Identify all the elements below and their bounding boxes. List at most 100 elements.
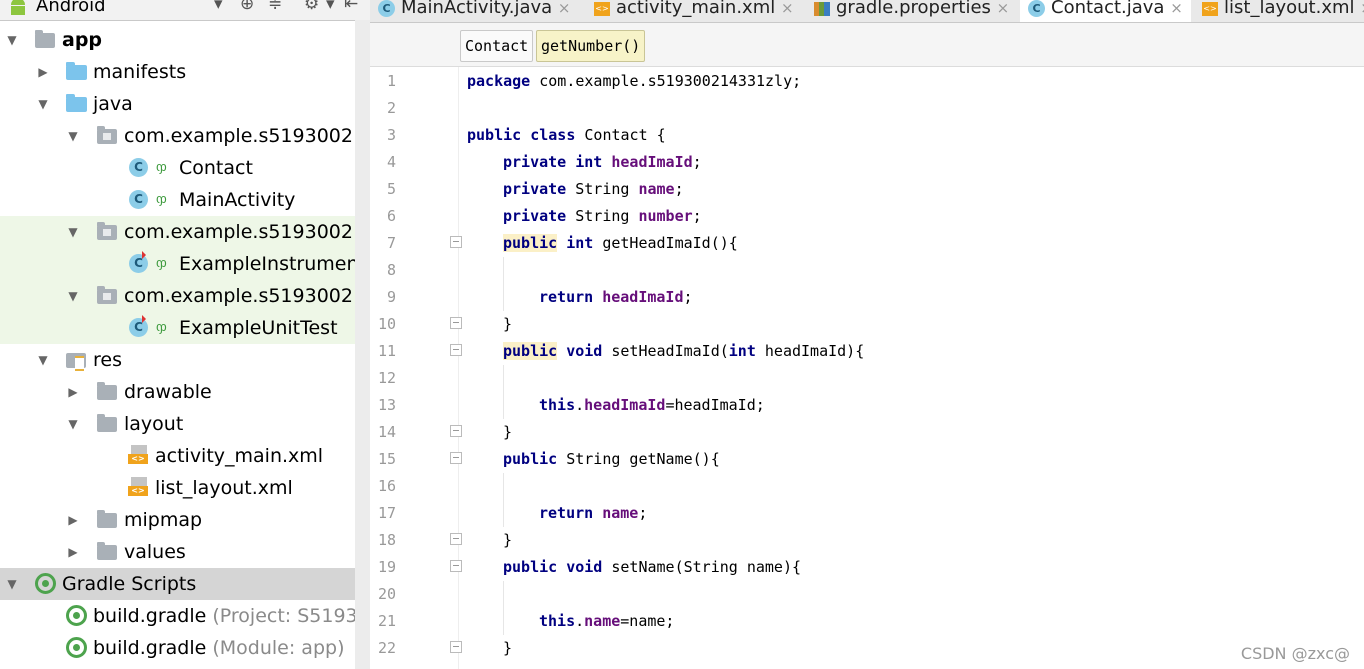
code-keyword: class: [530, 126, 576, 144]
access-icon: ჶ: [156, 192, 167, 207]
dropdown-arrow-icon[interactable]: ▾: [214, 0, 223, 14]
expanded-arrow-icon[interactable]: ▼: [5, 568, 19, 600]
tab-mainactivity-java[interactable]: C MainActivity.java ×: [378, 0, 570, 22]
chevron-down-icon[interactable]: ▾: [326, 0, 335, 14]
locate-file-icon[interactable]: ⊕: [240, 0, 254, 14]
xml-file-icon: [128, 477, 148, 496]
tree-item-app[interactable]: ▼ app: [0, 24, 370, 56]
test-class-icon: C: [129, 315, 148, 337]
code-text: String getName(){: [557, 450, 720, 468]
expanded-arrow-icon[interactable]: ▼: [36, 344, 50, 376]
code-keyword: public: [503, 342, 558, 360]
code-keyword: return: [539, 504, 594, 522]
code-line: public class Contact {: [467, 122, 666, 149]
code-line: public void setHeadImaId(int headImaId){: [503, 338, 864, 365]
code-line: this.headImaId=headImaId;: [539, 392, 765, 419]
tree-item-label-wrap: build.gradle (Module: app): [93, 632, 344, 664]
expanded-arrow-icon[interactable]: ▼: [66, 280, 80, 312]
project-panel-scrollbar[interactable]: [355, 20, 370, 669]
code-text: setHeadImaId(: [602, 342, 729, 360]
tree-item-build-gradle-project[interactable]: build.gradle (Project: S519300214331zly): [0, 600, 370, 632]
collapsed-arrow-icon[interactable]: ▶: [66, 536, 80, 568]
code-keyword: private: [503, 153, 567, 171]
close-icon[interactable]: ×: [558, 0, 571, 17]
code-line: }: [503, 311, 512, 338]
tree-item-drawable[interactable]: ▶ drawable: [0, 376, 370, 408]
xml-file-icon: <>: [594, 2, 610, 16]
fold-marker-icon[interactable]: [450, 236, 462, 248]
expanded-arrow-icon[interactable]: ▼: [5, 24, 19, 56]
expanded-arrow-icon[interactable]: ▼: [66, 120, 80, 152]
expanded-arrow-icon[interactable]: ▼: [66, 216, 80, 248]
fold-marker-icon[interactable]: [450, 317, 462, 329]
code-text: ;: [692, 207, 702, 225]
code-keyword: package: [467, 72, 531, 90]
tree-item-label: MainActivity: [179, 189, 296, 211]
tree-item-activity-main-xml[interactable]: activity_main.xml: [0, 440, 370, 472]
close-icon[interactable]: ×: [1170, 0, 1183, 17]
fold-marker-icon[interactable]: [450, 560, 462, 572]
code-keyword: public: [503, 234, 558, 252]
code-text: headImaId){: [755, 342, 865, 360]
tree-item-manifests[interactable]: ▶ manifests: [0, 56, 370, 88]
tab-activity-main-xml[interactable]: <> activity_main.xml ×: [594, 0, 794, 22]
fold-marker-icon[interactable]: [450, 641, 462, 653]
tree-item-label: build.gradle: [93, 605, 207, 627]
expanded-arrow-icon[interactable]: ▼: [66, 408, 80, 440]
tree-item-mainactivity[interactable]: C ჶ MainActivity: [0, 184, 370, 216]
tree-item-list-layout-xml[interactable]: list_layout.xml: [0, 472, 370, 504]
package-icon: [97, 222, 117, 240]
collapsed-arrow-icon[interactable]: ▶: [66, 376, 80, 408]
fold-marker-icon[interactable]: [450, 344, 462, 356]
tab-contact-java[interactable]: C Contact.java ×: [1020, 0, 1191, 22]
collapsed-arrow-icon[interactable]: ▶: [66, 504, 80, 536]
line-number: 5: [386, 180, 396, 198]
tree-item-mipmap[interactable]: ▶ mipmap: [0, 504, 370, 536]
java-class-icon: C: [129, 190, 148, 209]
project-view-selector[interactable]: Android: [36, 0, 106, 16]
tree-item-exampleunittest[interactable]: C ჶ ExampleUnitTest: [0, 312, 370, 344]
code-field: headImaId: [611, 153, 693, 171]
close-icon[interactable]: ×: [997, 0, 1010, 17]
line-number: 6: [386, 207, 396, 225]
tree-item-java[interactable]: ▼ java: [0, 88, 370, 120]
gear-icon[interactable]: ⚙: [304, 0, 319, 14]
code-line: private String name;: [503, 176, 684, 203]
tree-item-package-androidtest[interactable]: ▼ com.example.s519300214331zly (androidT…: [0, 216, 370, 248]
tree-item-gradle-scripts[interactable]: ▼ Gradle Scripts: [0, 568, 370, 600]
gradle-icon: [66, 637, 87, 658]
collapse-all-icon[interactable]: ≑: [268, 0, 282, 14]
code-text: =name;: [620, 612, 675, 630]
tab-list-layout-xml[interactable]: <> list_layout.xml ×: [1202, 0, 1364, 22]
tree-item-layout[interactable]: ▼ layout: [0, 408, 370, 440]
code-text: getHeadImaId(){: [593, 234, 738, 252]
close-icon[interactable]: ×: [1360, 0, 1364, 17]
code-line: private int headImaId;: [503, 149, 702, 176]
line-number: 19: [377, 558, 396, 576]
tree-item-exampleinstrumentedtest[interactable]: C ჶ ExampleInstrumentedTest: [0, 248, 370, 280]
code-editor[interactable]: package com.example.s519300214331zly; pu…: [467, 67, 1364, 669]
hide-panel-icon[interactable]: ⇤: [344, 0, 358, 14]
tab-label: activity_main.xml: [616, 0, 776, 18]
tree-item-label: list_layout.xml: [155, 477, 293, 499]
tree-item-contact[interactable]: C ჶ Contact: [0, 152, 370, 184]
gutter-separator: [458, 67, 459, 669]
tree-item-res[interactable]: ▼ res: [0, 344, 370, 376]
breadcrumb-class[interactable]: Contact: [460, 30, 534, 62]
tree-item-suffix: (Module: app): [212, 637, 345, 659]
expanded-arrow-icon[interactable]: ▼: [36, 88, 50, 120]
code-line: }: [503, 635, 512, 662]
fold-marker-icon[interactable]: [450, 425, 462, 437]
tree-item-values[interactable]: ▶ values: [0, 536, 370, 568]
line-number: 14: [377, 423, 396, 441]
tree-item-package-main[interactable]: ▼ com.example.s519300214331zly: [0, 120, 370, 152]
tree-item-package-test[interactable]: ▼ com.example.s519300214331zly (test): [0, 280, 370, 312]
code-line: package com.example.s519300214331zly;: [467, 68, 801, 95]
tree-item-build-gradle-module[interactable]: build.gradle (Module: app): [0, 632, 370, 664]
fold-marker-icon[interactable]: [450, 452, 462, 464]
breadcrumb-method[interactable]: getNumber(): [536, 30, 646, 62]
collapsed-arrow-icon[interactable]: ▶: [36, 56, 50, 88]
close-icon[interactable]: ×: [781, 0, 794, 17]
tab-gradle-properties[interactable]: gradle.properties ×: [814, 0, 1009, 22]
fold-marker-icon[interactable]: [450, 533, 462, 545]
